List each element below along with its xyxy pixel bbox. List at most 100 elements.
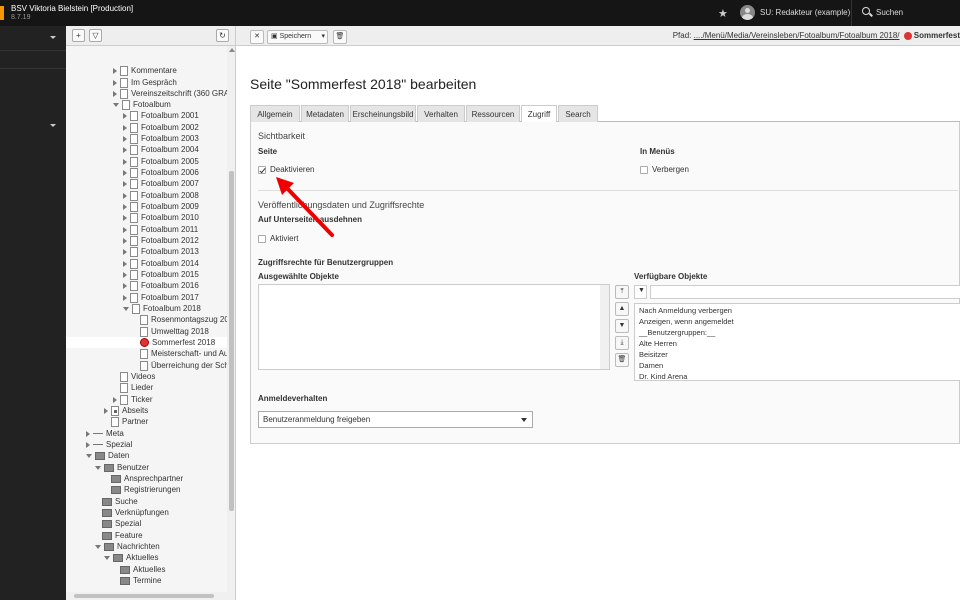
tree-node[interactable]: Nachrichten — [95, 541, 160, 552]
tree-node[interactable]: Abseits — [104, 405, 148, 416]
sysfolder-icon[interactable] — [104, 542, 114, 551]
tree-node[interactable]: Registrierungen — [104, 484, 180, 495]
sysfolder-icon[interactable] — [120, 565, 130, 574]
expand-icon[interactable] — [123, 146, 127, 153]
collapse-icon[interactable] — [95, 465, 101, 470]
expand-icon[interactable] — [123, 158, 127, 165]
sysfolder-icon[interactable] — [95, 451, 105, 460]
move-top-button[interactable]: ⤒ — [615, 285, 629, 299]
expand-icon[interactable] — [86, 441, 90, 448]
tree-node[interactable]: Fotoalbum 2006 — [123, 167, 199, 178]
expand-icon[interactable] — [123, 124, 127, 131]
page-icon[interactable] — [130, 201, 138, 212]
expand-icon[interactable] — [123, 203, 127, 210]
tree-node[interactable]: Videos — [113, 371, 155, 382]
delete-button[interactable]: 🗑 — [333, 30, 347, 44]
page-icon[interactable] — [130, 258, 138, 269]
page-icon[interactable] — [130, 167, 138, 178]
module-group-web[interactable] — [0, 28, 66, 48]
remove-button[interactable]: 🗑 — [615, 353, 629, 367]
page-icon[interactable] — [120, 77, 128, 88]
page-icon[interactable] — [140, 348, 148, 359]
tree-node[interactable]: Verknüpfungen — [95, 507, 169, 518]
tree-node[interactable]: Fotoalbum 2017 — [123, 292, 199, 303]
expand-icon[interactable] — [123, 260, 127, 267]
page-icon[interactable] — [140, 326, 148, 337]
save-button[interactable]: ▣ Speichern ▾ — [267, 30, 328, 44]
available-option[interactable]: Alte Herren — [639, 339, 677, 348]
scroll-thumb[interactable] — [229, 171, 234, 511]
ext-icon[interactable] — [111, 405, 119, 416]
expand-icon[interactable] — [113, 90, 117, 97]
available-option[interactable]: Nach Anmeldung verbergen — [639, 306, 732, 315]
tree-node[interactable]: Umwelttag 2018 — [133, 326, 209, 337]
expand-icon[interactable] — [123, 294, 127, 301]
page-icon[interactable] — [120, 65, 128, 76]
save-dropdown-icon[interactable]: ▾ — [321, 31, 325, 43]
tree-node[interactable]: Meisterschaft- und Au — [133, 348, 228, 359]
expand-icon[interactable] — [123, 135, 127, 142]
expand-icon[interactable] — [123, 112, 127, 119]
tree-node[interactable]: Partner — [104, 416, 148, 427]
tree-node[interactable]: Fotoalbum 2018 — [123, 303, 201, 314]
page-icon[interactable] — [132, 303, 140, 314]
tab-erscheinungsbild[interactable]: Erscheinungsbild — [350, 105, 416, 122]
tree-node[interactable]: Im Gespräch — [113, 77, 177, 88]
tree-node[interactable]: Spezial — [95, 518, 141, 529]
tree-scrollbar[interactable] — [227, 46, 235, 600]
expand-icon[interactable] — [123, 214, 127, 221]
tree-node[interactable]: Fotoalbum 2014 — [123, 258, 199, 269]
tree-node[interactable]: Fotoalbum 2005 — [123, 156, 199, 167]
close-button[interactable]: ✕ — [250, 30, 264, 44]
page-icon[interactable] — [130, 178, 138, 189]
collapse-icon[interactable] — [113, 102, 119, 107]
new-page-button[interactable]: + — [72, 29, 85, 42]
expand-icon[interactable] — [123, 237, 127, 244]
page-icon[interactable] — [130, 269, 138, 280]
expand-icon[interactable] — [123, 180, 127, 187]
page-icon[interactable] — [130, 235, 138, 246]
page-icon[interactable] — [120, 394, 128, 405]
tree-node[interactable]: Fotoalbum 2010 — [123, 212, 199, 223]
tree-node[interactable]: Spezial — [86, 439, 132, 450]
sysfolder-icon[interactable] — [102, 508, 112, 517]
available-option[interactable]: Dr. Kind Arena — [639, 372, 687, 380]
tab-metadaten[interactable]: Metadaten — [301, 105, 349, 122]
login-select[interactable]: Benutzeranmeldung freigeben — [258, 411, 533, 428]
sysfolder-icon[interactable] — [104, 463, 114, 472]
typo3-logo-icon[interactable] — [0, 6, 4, 20]
expand-icon[interactable] — [86, 430, 90, 437]
redpage-icon[interactable] — [140, 338, 149, 348]
tree-node[interactable]: Lieder — [113, 382, 153, 393]
tab-allgemein[interactable]: Allgemein — [250, 105, 300, 122]
sysfolder-icon[interactable] — [111, 485, 121, 494]
collapse-icon[interactable] — [104, 555, 110, 560]
sysfolder-icon[interactable] — [113, 553, 123, 562]
expand-icon[interactable] — [104, 407, 108, 414]
tree-node[interactable]: Benutzer — [95, 462, 149, 473]
tree-node[interactable]: Fotoalbum 2002 — [123, 122, 199, 133]
tree-node[interactable]: Fotoalbum 2011 — [123, 224, 198, 235]
page-icon[interactable] — [130, 133, 138, 144]
available-filter-input[interactable] — [650, 285, 960, 299]
sysfolder-icon[interactable] — [111, 474, 121, 483]
available-option[interactable]: __Benutzergruppen:__ — [639, 328, 715, 337]
expand-icon[interactable] — [123, 282, 127, 289]
tree-node[interactable]: Fotoalbum 2008 — [123, 190, 199, 201]
collapse-icon[interactable] — [86, 453, 92, 458]
page-icon[interactable] — [130, 292, 138, 303]
sysfolder-icon[interactable] — [120, 576, 130, 585]
page-icon[interactable] — [130, 212, 138, 223]
available-items-list[interactable]: Nach Anmeldung verbergen Anzeigen, wenn a… — [634, 303, 960, 381]
tree-node[interactable]: Aktuelles — [104, 552, 158, 563]
page-icon[interactable] — [120, 371, 128, 382]
tree-node[interactable]: Fotoalbum 2015 — [123, 269, 199, 280]
tree-node[interactable]: Kommentare — [113, 65, 177, 76]
tree-node[interactable]: Fotoalbum 2016 — [123, 280, 199, 291]
move-up-button[interactable]: ▲ — [615, 302, 629, 316]
tree-node[interactable]: Fotoalbum 2012 — [123, 235, 199, 246]
page-icon[interactable] — [122, 99, 130, 110]
expand-icon[interactable] — [123, 192, 127, 199]
page-icon[interactable] — [140, 360, 148, 371]
move-bottom-button[interactable]: ⤓ — [615, 336, 629, 350]
